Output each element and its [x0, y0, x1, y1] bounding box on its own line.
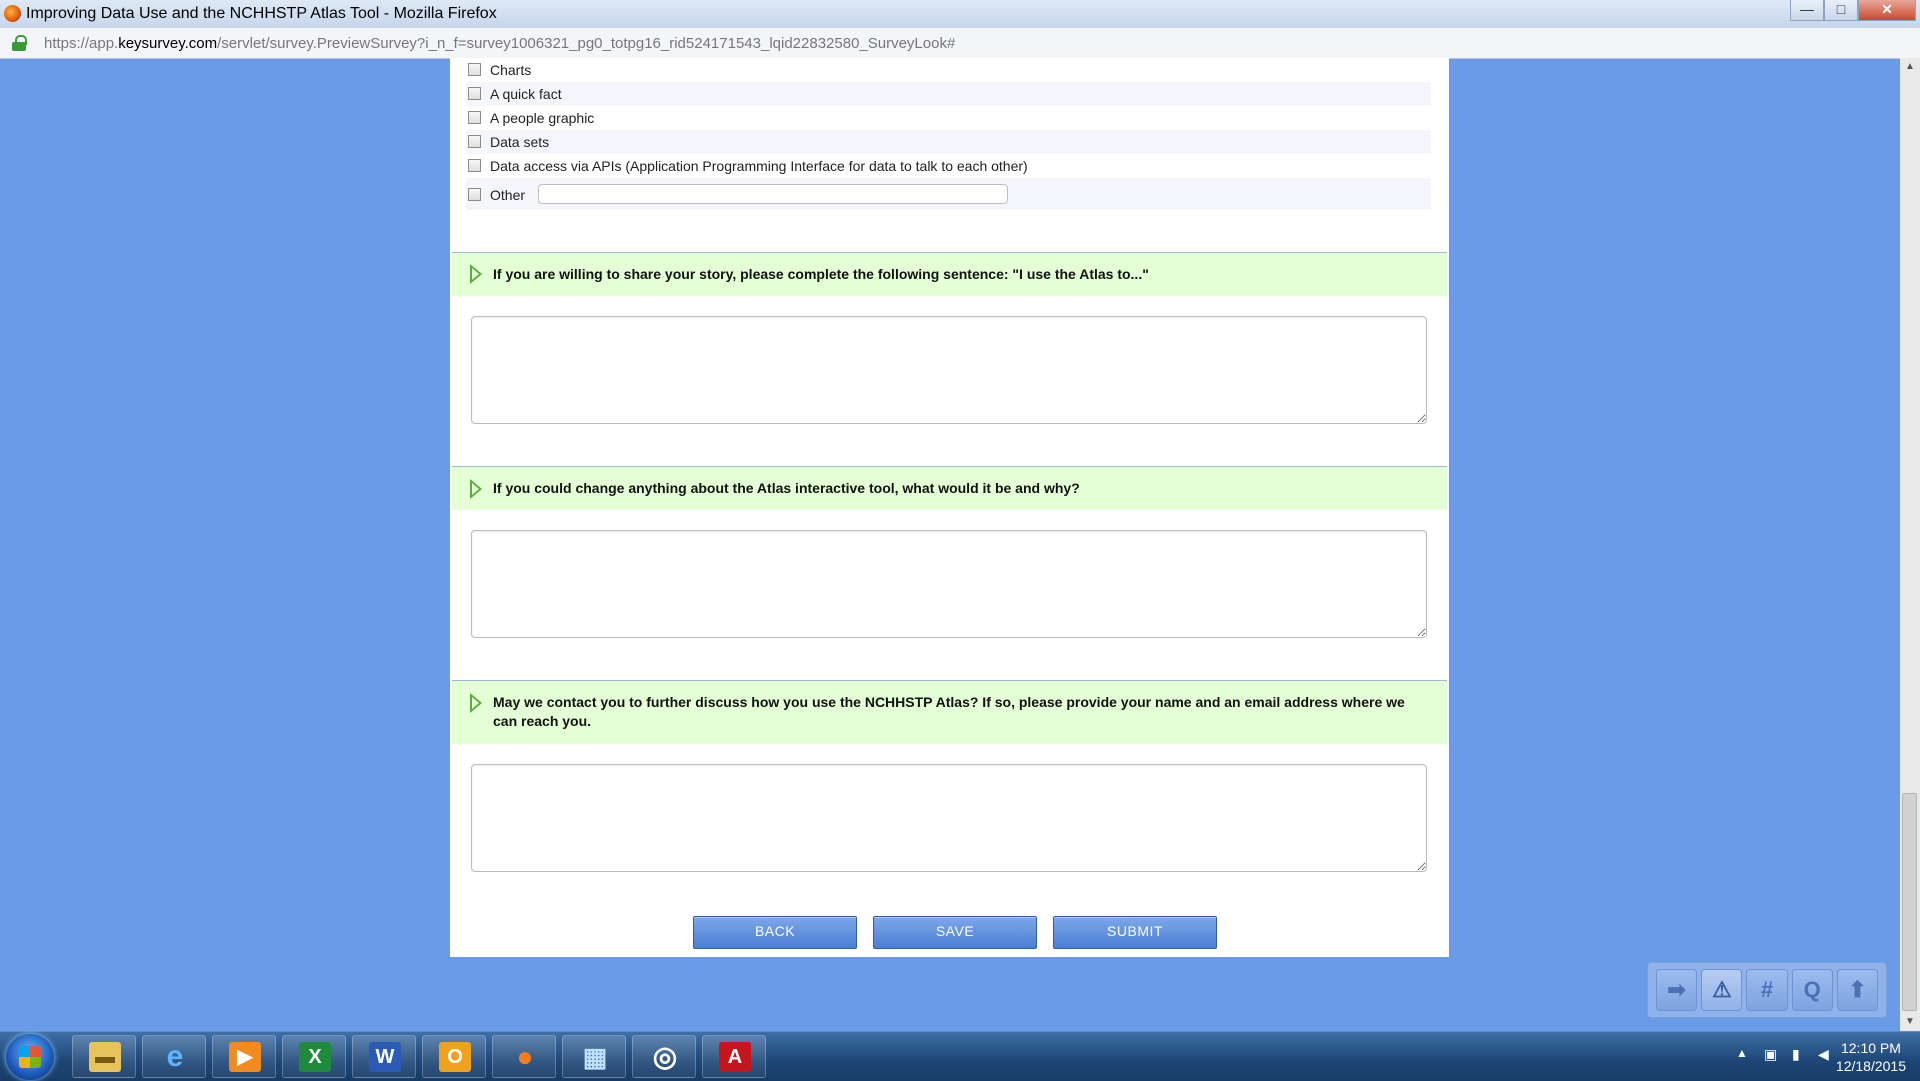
question-text: If you are willing to share your story, …	[493, 266, 1149, 282]
story-answer-textarea[interactable]	[471, 316, 1427, 424]
checkbox[interactable]	[468, 188, 481, 201]
question-text: May we contact you to further discuss ho…	[493, 694, 1405, 729]
question-arrow-icon	[470, 264, 482, 284]
system-tray: ▲ ▣ ▮ ◀ 12:10 PM 12/18/2015	[1680, 1032, 1920, 1081]
question-header: May we contact you to further discuss ho…	[452, 680, 1447, 744]
internet-explorer-taskbar-button[interactable]: e	[142, 1035, 206, 1078]
secure-lock-icon[interactable]	[12, 35, 27, 51]
network-signal-icon[interactable]: ▮	[1792, 1046, 1808, 1064]
change-answer-textarea[interactable]	[471, 530, 1427, 638]
scroll-up-icon[interactable]: ▲	[1900, 58, 1920, 76]
network-app-taskbar-button[interactable]: ▦	[562, 1035, 626, 1078]
choice-label[interactable]: Other	[490, 187, 525, 203]
contact-answer-textarea[interactable]	[471, 764, 1427, 872]
scroll-down-icon[interactable]: ▼	[1900, 1013, 1920, 1031]
question-header: If you could change anything about the A…	[452, 466, 1447, 510]
excel-icon: X	[299, 1042, 331, 1072]
question-search-icon[interactable]: Q	[1791, 969, 1833, 1011]
url-text[interactable]: https://app.keysurvey.com/servlet/survey…	[44, 35, 955, 52]
choice-item-other[interactable]: Other	[466, 178, 1431, 210]
clock[interactable]: 12:10 PM 12/18/2015	[1836, 1039, 1906, 1075]
target-app-taskbar-button[interactable]: ◎	[632, 1035, 696, 1078]
window-title-bar: Improving Data Use and the NCHHSTP Atlas…	[0, 0, 1920, 29]
vertical-scrollbar[interactable]: ▲ ▼	[1900, 58, 1920, 1031]
show-hidden-icons-icon[interactable]: ▲	[1736, 1046, 1748, 1060]
device-icon[interactable]: ▣	[1764, 1046, 1780, 1064]
choice-item[interactable]: Data access via APIs (Application Progra…	[466, 154, 1431, 178]
media-player-icon: ▶	[229, 1042, 261, 1072]
next-arrow-icon[interactable]: ➡	[1656, 969, 1698, 1011]
checkbox[interactable]	[468, 63, 481, 76]
start-button[interactable]	[6, 1034, 54, 1080]
other-text-input[interactable]	[538, 184, 1008, 204]
window-title: Improving Data Use and the NCHHSTP Atlas…	[26, 5, 497, 22]
taskbar: ▬ e ▶ X W O ● ▦ ◎ A ▲ ▣ ▮ ◀ 12:10 PM 12/…	[0, 1031, 1920, 1081]
choice-label[interactable]: A quick fact	[490, 86, 562, 102]
network-app-icon: ▦	[582, 1042, 608, 1072]
choice-label[interactable]: Data access via APIs (Application Progra…	[490, 158, 1028, 174]
back-button[interactable]: BACK	[693, 916, 857, 949]
media-player-taskbar-button[interactable]: ▶	[212, 1035, 276, 1078]
scroll-top-icon[interactable]: ⬆	[1836, 969, 1879, 1011]
choice-item[interactable]: A people graphic	[466, 106, 1431, 130]
question-text: If you could change anything about the A…	[493, 480, 1080, 496]
outlook-taskbar-button[interactable]: O	[422, 1035, 486, 1078]
warning-icon[interactable]: ⚠	[1701, 969, 1743, 1011]
firefox-icon: ●	[516, 1041, 534, 1072]
adobe-reader-taskbar-button[interactable]: A	[702, 1035, 766, 1078]
question-arrow-icon	[470, 693, 482, 713]
choice-label[interactable]: A people graphic	[490, 110, 594, 126]
choice-item[interactable]: A quick fact	[466, 82, 1431, 106]
windows-logo-icon	[19, 1046, 41, 1068]
maximize-button[interactable]: □	[1824, 0, 1858, 21]
internet-explorer-icon: e	[166, 1040, 184, 1073]
checkbox[interactable]	[468, 87, 481, 100]
volume-icon[interactable]: ◀	[1818, 1046, 1834, 1064]
survey-tool-panel: ➡ ⚠ # Q ⬆	[1647, 962, 1887, 1018]
clock-time: 12:10 PM	[1840, 1040, 1901, 1056]
scrollbar-thumb[interactable]	[1902, 793, 1917, 1011]
word-icon: W	[369, 1042, 401, 1072]
file-explorer-icon: ▬	[89, 1042, 121, 1072]
outlook-icon: O	[439, 1042, 471, 1072]
question-number-icon[interactable]: #	[1746, 969, 1788, 1011]
submit-button[interactable]: SUBMIT	[1053, 916, 1217, 949]
firefox-app-icon	[4, 5, 21, 22]
checkbox[interactable]	[468, 135, 481, 148]
window-controls: — □ ✕	[1790, 0, 1916, 22]
address-bar[interactable]: https://app.keysurvey.com/servlet/survey…	[0, 28, 1920, 59]
excel-taskbar-button[interactable]: X	[282, 1035, 346, 1078]
file-explorer-taskbar-button[interactable]: ▬	[72, 1035, 136, 1078]
save-button[interactable]: SAVE	[873, 916, 1037, 949]
close-button[interactable]: ✕	[1858, 0, 1916, 21]
adobe-reader-icon: A	[719, 1042, 751, 1072]
survey-page: Charts A quick fact A people graphic Dat…	[450, 58, 1449, 957]
firefox-taskbar-button[interactable]: ●	[492, 1035, 556, 1078]
question-header: If you are willing to share your story, …	[452, 252, 1447, 296]
choice-label[interactable]: Charts	[490, 62, 531, 78]
word-taskbar-button[interactable]: W	[352, 1035, 416, 1078]
clock-date: 12/18/2015	[1835, 1058, 1906, 1074]
choice-list: Charts A quick fact A people graphic Dat…	[466, 58, 1431, 210]
question-arrow-icon	[470, 479, 482, 499]
minimize-button[interactable]: —	[1790, 0, 1824, 21]
survey-buttons: BACK SAVE SUBMIT	[693, 916, 1217, 949]
target-app-icon: ◎	[652, 1041, 678, 1072]
choice-label[interactable]: Data sets	[490, 134, 549, 150]
choice-item[interactable]: Data sets	[466, 130, 1431, 154]
checkbox[interactable]	[468, 111, 481, 124]
checkbox[interactable]	[468, 159, 481, 172]
choice-item[interactable]: Charts	[466, 58, 1431, 82]
